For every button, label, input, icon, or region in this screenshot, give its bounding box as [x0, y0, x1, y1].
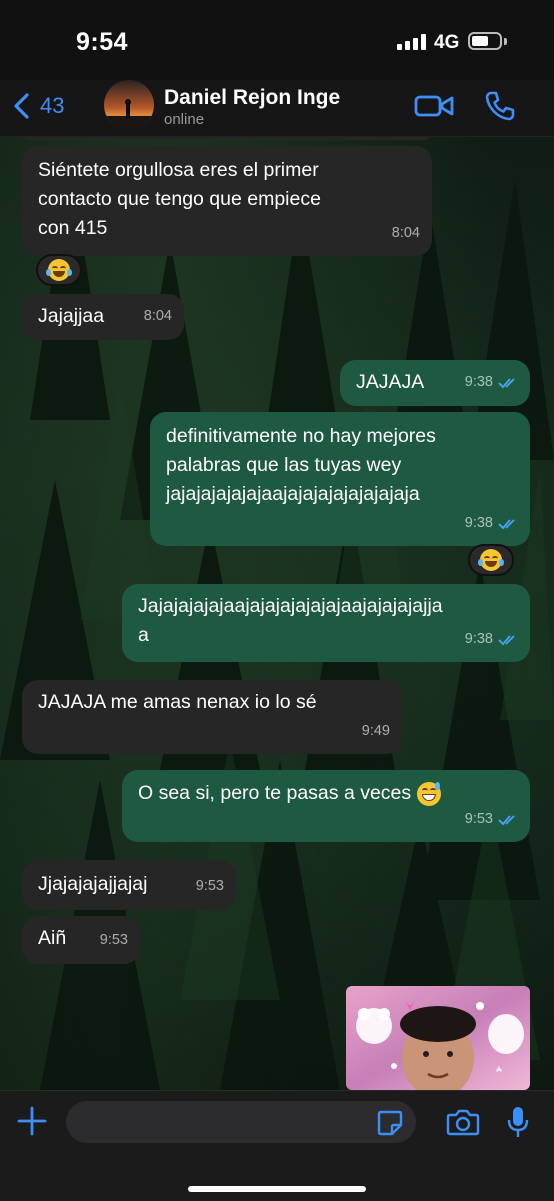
- message-time: 9:49: [361, 723, 390, 739]
- photo-sticker-message[interactable]: [346, 986, 530, 1090]
- message-meta: 9:53: [196, 872, 224, 901]
- message-text: JAJAJA me amas nenax io lo sé: [38, 691, 317, 713]
- chat-header: 43 Daniel Rejon Inge online: [0, 80, 554, 137]
- message-time: 9:38: [464, 374, 493, 390]
- read-receipt-icon: [498, 377, 515, 388]
- phone-call-icon[interactable]: [484, 90, 516, 122]
- message-bubble-outgoing[interactable]: JAJAJA 9:38: [340, 360, 530, 406]
- message-bubble-outgoing[interactable]: O sea si, pero te pasas a veces 9:53: [122, 770, 530, 842]
- camera-icon[interactable]: [446, 1107, 480, 1137]
- status-time: 9:54: [76, 28, 129, 56]
- network-type: 4G: [434, 32, 460, 53]
- unread-count: 43: [40, 93, 65, 118]
- message-time: 9:53: [464, 811, 493, 827]
- message-text: Jjajajajajjajaj: [38, 873, 148, 895]
- battery-tip: [504, 38, 507, 45]
- message-text: Siéntete orgullosa eres el primer contac…: [38, 159, 321, 239]
- plus-icon[interactable]: [16, 1105, 48, 1137]
- microphone-icon[interactable]: [507, 1105, 529, 1139]
- avatar[interactable]: [104, 80, 154, 130]
- laughing-emoji-icon: [46, 259, 72, 281]
- message-meta: 9:38: [465, 368, 518, 397]
- message-bubble-incoming[interactable]: Jajajjaa 8:04: [22, 294, 184, 340]
- message-bubble-incoming[interactable]: Aiñ 9:53: [22, 916, 140, 964]
- message-meta: 9:38: [465, 509, 518, 538]
- grinning-sweat-emoji-icon: [416, 781, 441, 806]
- message-bubble-outgoing[interactable]: Jajajajajajaajajajajajajajaajajajajajja …: [122, 584, 530, 662]
- sticker-icon[interactable]: [376, 1109, 404, 1137]
- message-time: 9:38: [464, 515, 493, 531]
- laughing-emoji-icon: [478, 549, 504, 571]
- message-meta: 9:53: [465, 805, 518, 834]
- message-bubble-incoming[interactable]: JAJAJA me amas nenax io lo sé 9:49: [22, 680, 402, 754]
- message-time: 9:53: [195, 878, 224, 894]
- video-call-icon[interactable]: [414, 92, 454, 120]
- contact-name[interactable]: Daniel Rejon Inge: [164, 86, 340, 110]
- status-bar: 9:54 4G: [0, 0, 554, 80]
- contact-status: online: [164, 111, 205, 128]
- message-meta: 9:38: [465, 625, 518, 654]
- message-bubble-outgoing[interactable]: definitivamente no hay mejores palabras …: [150, 412, 530, 546]
- message-text: JAJAJA: [356, 371, 425, 393]
- message-text-content: O sea si, pero te pasas a veces: [138, 782, 417, 804]
- read-receipt-icon: [498, 634, 515, 645]
- message-time: 9:38: [464, 631, 493, 647]
- message-meta: 8:04: [392, 219, 420, 248]
- message-bubble-incoming[interactable]: Jjajajajajjajaj 9:53: [22, 860, 236, 910]
- chevron-left-icon: [14, 93, 29, 119]
- message-meta: 9:53: [100, 926, 128, 955]
- message-text: Jajajjaa: [38, 305, 105, 327]
- message-text: O sea si, pero te pasas a veces: [138, 779, 516, 808]
- message-meta: 8:04: [144, 302, 172, 331]
- message-text: Aiñ: [38, 927, 67, 949]
- back-button[interactable]: 43: [12, 92, 64, 120]
- message-time: 8:04: [391, 225, 420, 241]
- reaction-badge[interactable]: [36, 254, 82, 286]
- message-input[interactable]: [66, 1101, 416, 1143]
- cellular-signal-icon: [397, 34, 427, 50]
- message-bubble-incoming[interactable]: Siéntete orgullosa eres el primer contac…: [22, 146, 432, 256]
- battery-icon: [468, 32, 502, 50]
- message-meta: 9:49: [362, 717, 390, 746]
- message-time: 8:04: [143, 308, 172, 324]
- message-text: definitivamente no hay mejores palabras …: [166, 425, 436, 505]
- message-time: 9:53: [99, 932, 128, 948]
- read-receipt-icon: [498, 518, 515, 529]
- reaction-badge[interactable]: [468, 544, 514, 576]
- home-indicator: [188, 1186, 366, 1192]
- message-text: Jajajajajajaajajajajajajajaajajajajajja …: [138, 595, 443, 646]
- message-composer: [0, 1090, 554, 1201]
- read-receipt-icon: [498, 814, 515, 825]
